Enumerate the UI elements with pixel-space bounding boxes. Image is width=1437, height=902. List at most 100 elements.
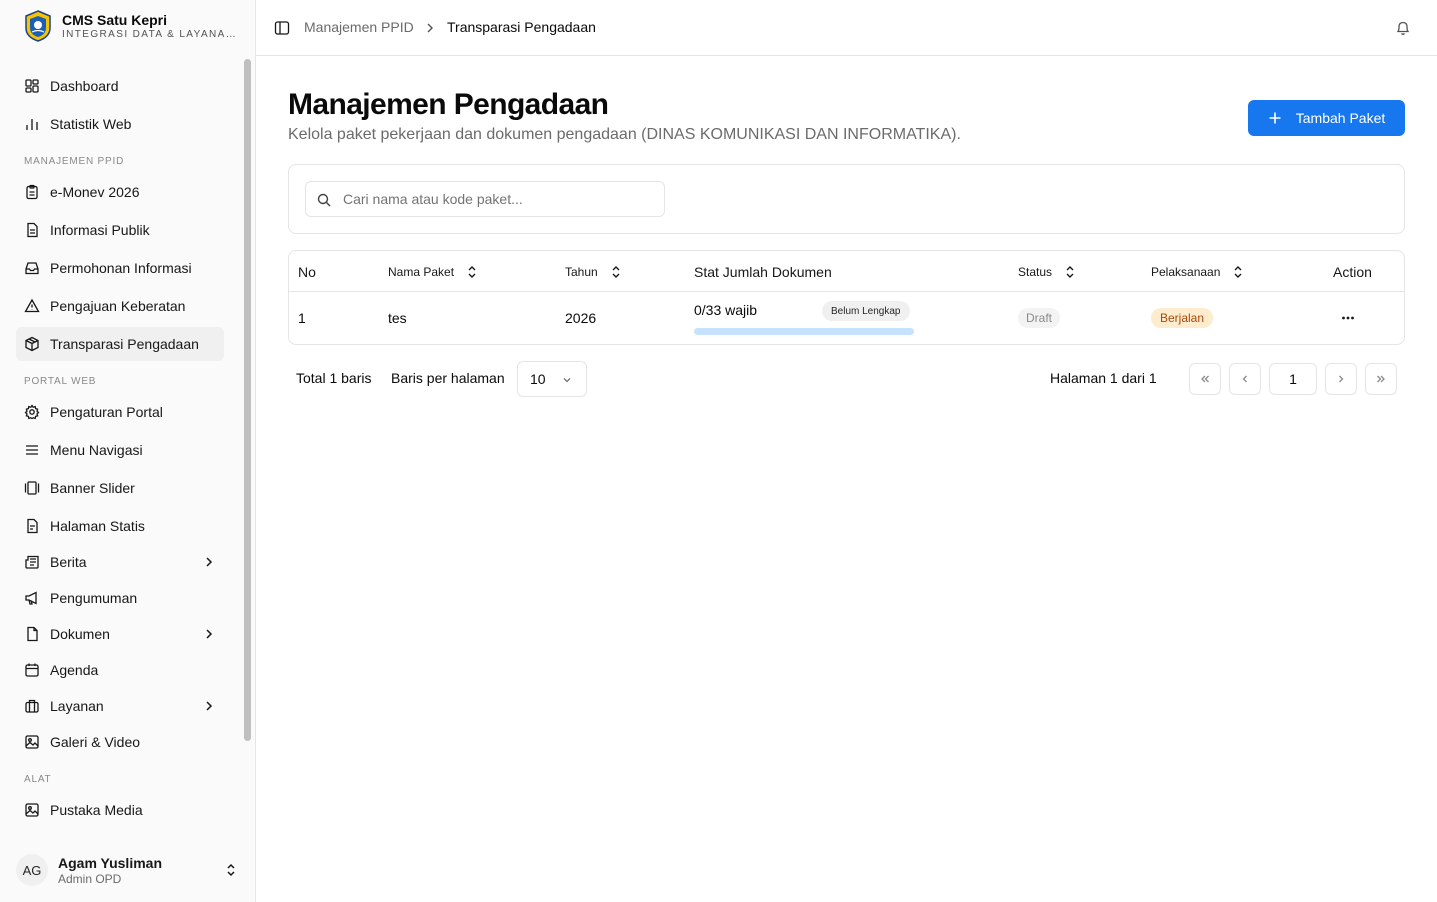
chevron-right-icon: [1339, 375, 1344, 383]
sidebar-item-label: e-Monev 2026: [50, 184, 140, 200]
add-package-label: Tambah Paket: [1295, 110, 1386, 126]
col-header-nama-paket[interactable]: Nama Paket: [388, 263, 478, 281]
col-header-label: Nama Paket: [388, 265, 455, 279]
status-badge: Draft: [1018, 308, 1061, 328]
chevron-right-icon: [206, 701, 213, 711]
col-header-label: Pelaksanaan: [1151, 265, 1221, 279]
cell-nama-paket: tes: [388, 310, 407, 326]
top-header: Manajemen PPID Transparasi Pengadaan: [256, 0, 1437, 56]
sidebar-item-layanan[interactable]: Layanan: [16, 689, 224, 723]
brand-title: CMS Satu Kepri: [62, 12, 168, 28]
page-description: Kelola paket pekerjaan dan dokumen penga…: [288, 126, 961, 143]
completeness-badge: Belum Lengkap: [822, 301, 910, 321]
col-header-status[interactable]: Status: [1018, 263, 1076, 281]
menu-icon: [26, 445, 38, 455]
calendar-icon: [25, 663, 39, 677]
sidebar-item-galeri-video[interactable]: Galeri & Video: [16, 725, 224, 759]
chevron-left-icon: [1242, 375, 1247, 383]
procurement-table: No Nama Paket Tahun Stat Jumlah Dokumen …: [288, 250, 1405, 345]
sidebar-item-pustaka-media[interactable]: Pustaka Media: [16, 793, 224, 827]
add-package-button[interactable]: Tambah Paket: [1248, 100, 1405, 136]
sidebar-item-menu-navigasi[interactable]: Menu Navigasi: [16, 433, 224, 467]
first-page-button[interactable]: [1189, 363, 1221, 395]
cell-no: 1: [298, 310, 306, 326]
sort-icon: [1234, 266, 1242, 278]
chevron-right-icon: [206, 629, 213, 639]
sidebar-item-label: Pustaka Media: [50, 802, 143, 818]
breadcrumb-parent[interactable]: Manajemen PPID: [304, 19, 414, 35]
sidebar-item-dashboard[interactable]: Dashboard: [16, 69, 224, 103]
sidebar-item-transparasi-pengadaan[interactable]: Transparasi Pengadaan: [16, 327, 224, 361]
kepri-logo-icon: [25, 10, 51, 42]
sidebar-item-label: Transparasi Pengadaan: [50, 336, 199, 352]
current-page-input[interactable]: 1: [1269, 363, 1317, 395]
search-input[interactable]: [343, 191, 663, 207]
col-header-tahun[interactable]: Tahun: [565, 263, 622, 281]
sidebar-item-label: Permohonan Informasi: [50, 260, 192, 276]
page-indicator: Halaman 1 dari 1: [1050, 370, 1157, 386]
sidebar-item-label: Statistik Web: [50, 116, 132, 132]
sidebar-item-pengumuman[interactable]: Pengumuman: [16, 581, 224, 615]
next-page-button[interactable]: [1325, 363, 1357, 395]
rows-per-page-label: Baris per halaman: [391, 370, 505, 386]
sidebar-item-agenda[interactable]: Agenda: [16, 653, 224, 687]
sidebar-item-e-monev[interactable]: e-Monev 2026: [16, 175, 224, 209]
sidebar-item-pengaturan-portal[interactable]: Pengaturan Portal: [16, 395, 224, 429]
page-title: Manajemen Pengadaan: [288, 88, 609, 121]
search-card: [288, 164, 1405, 234]
chevron-down-icon: [563, 378, 571, 383]
chevrons-right-icon: [1377, 375, 1385, 383]
sidebar-item-label: Pengaturan Portal: [50, 404, 163, 420]
image-icon: [25, 735, 39, 749]
sidebar-item-label: Pengumuman: [50, 590, 138, 606]
warning-icon: [24, 298, 40, 313]
bell-icon[interactable]: [1395, 19, 1411, 37]
sidebar-item-banner-slider[interactable]: Banner Slider: [16, 471, 224, 505]
sidebar-toggle-icon[interactable]: [274, 20, 290, 36]
sidebar-item-informasi-publik[interactable]: Informasi Publik: [16, 213, 224, 247]
prev-page-button[interactable]: [1229, 363, 1261, 395]
sidebar-item-berita[interactable]: Berita: [16, 545, 224, 579]
sidebar-item-statistik-web[interactable]: Statistik Web: [16, 107, 224, 141]
sidebar-item-label: Layanan: [50, 698, 104, 714]
sidebar: CMS Satu Kepri INTEGRASI DATA & LAYANA… …: [0, 0, 256, 902]
pagination-total: Total 1 baris: [296, 370, 372, 386]
col-header-label: Action: [1333, 264, 1372, 280]
sidebar-item-label: Dashboard: [50, 78, 119, 94]
search-icon: [317, 193, 331, 207]
sidebar-item-halaman-statis[interactable]: Halaman Statis: [16, 509, 224, 543]
package-icon: [25, 336, 39, 352]
cell-tahun: 2026: [565, 310, 597, 326]
gallery-icon: [24, 481, 40, 495]
sidebar-item-permohonan-informasi[interactable]: Permohonan Informasi: [16, 251, 224, 285]
gear-icon: [24, 404, 40, 420]
breadcrumb-separator-icon: [427, 23, 433, 33]
sidebar-item-label: Banner Slider: [50, 480, 135, 496]
user-name: Agam Yusliman: [58, 854, 163, 871]
col-header-pelaksanaan[interactable]: Pelaksanaan: [1151, 263, 1244, 281]
dashboard-icon: [25, 79, 39, 93]
col-header-stat-dokumen: Stat Jumlah Dokumen: [694, 263, 832, 281]
sidebar-item-pengajuan-keberatan[interactable]: Pengajuan Keberatan: [16, 289, 224, 323]
sidebar-item-dokumen[interactable]: Dokumen: [16, 617, 224, 651]
document-icon: [27, 626, 38, 642]
user-menu[interactable]: AG Agam Yusliman Admin OPD: [16, 848, 246, 892]
sidebar-item-label: Agenda: [50, 662, 99, 678]
rows-per-page-select[interactable]: 10: [517, 361, 587, 397]
group-label-portal-web: PORTAL WEB: [24, 376, 97, 387]
search-box: [305, 181, 665, 217]
briefcase-icon: [25, 699, 39, 713]
sidebar-item-label: Menu Navigasi: [50, 442, 143, 458]
sidebar-scrollbar-thumb[interactable]: [244, 59, 251, 741]
megaphone-icon: [25, 591, 37, 605]
last-page-button[interactable]: [1365, 363, 1397, 395]
col-header-label: No: [298, 264, 316, 280]
sidebar-item-label: Halaman Statis: [50, 518, 145, 534]
more-actions-icon[interactable]: [1341, 312, 1355, 324]
bar-chart-icon: [26, 119, 38, 130]
brand[interactable]: CMS Satu Kepri INTEGRASI DATA & LAYANA…: [24, 10, 237, 42]
col-header-action: Action: [1333, 263, 1372, 281]
chevrons-up-down-icon: [227, 863, 235, 877]
header-divider: [289, 291, 1404, 292]
sidebar-item-label: Dokumen: [50, 626, 110, 642]
